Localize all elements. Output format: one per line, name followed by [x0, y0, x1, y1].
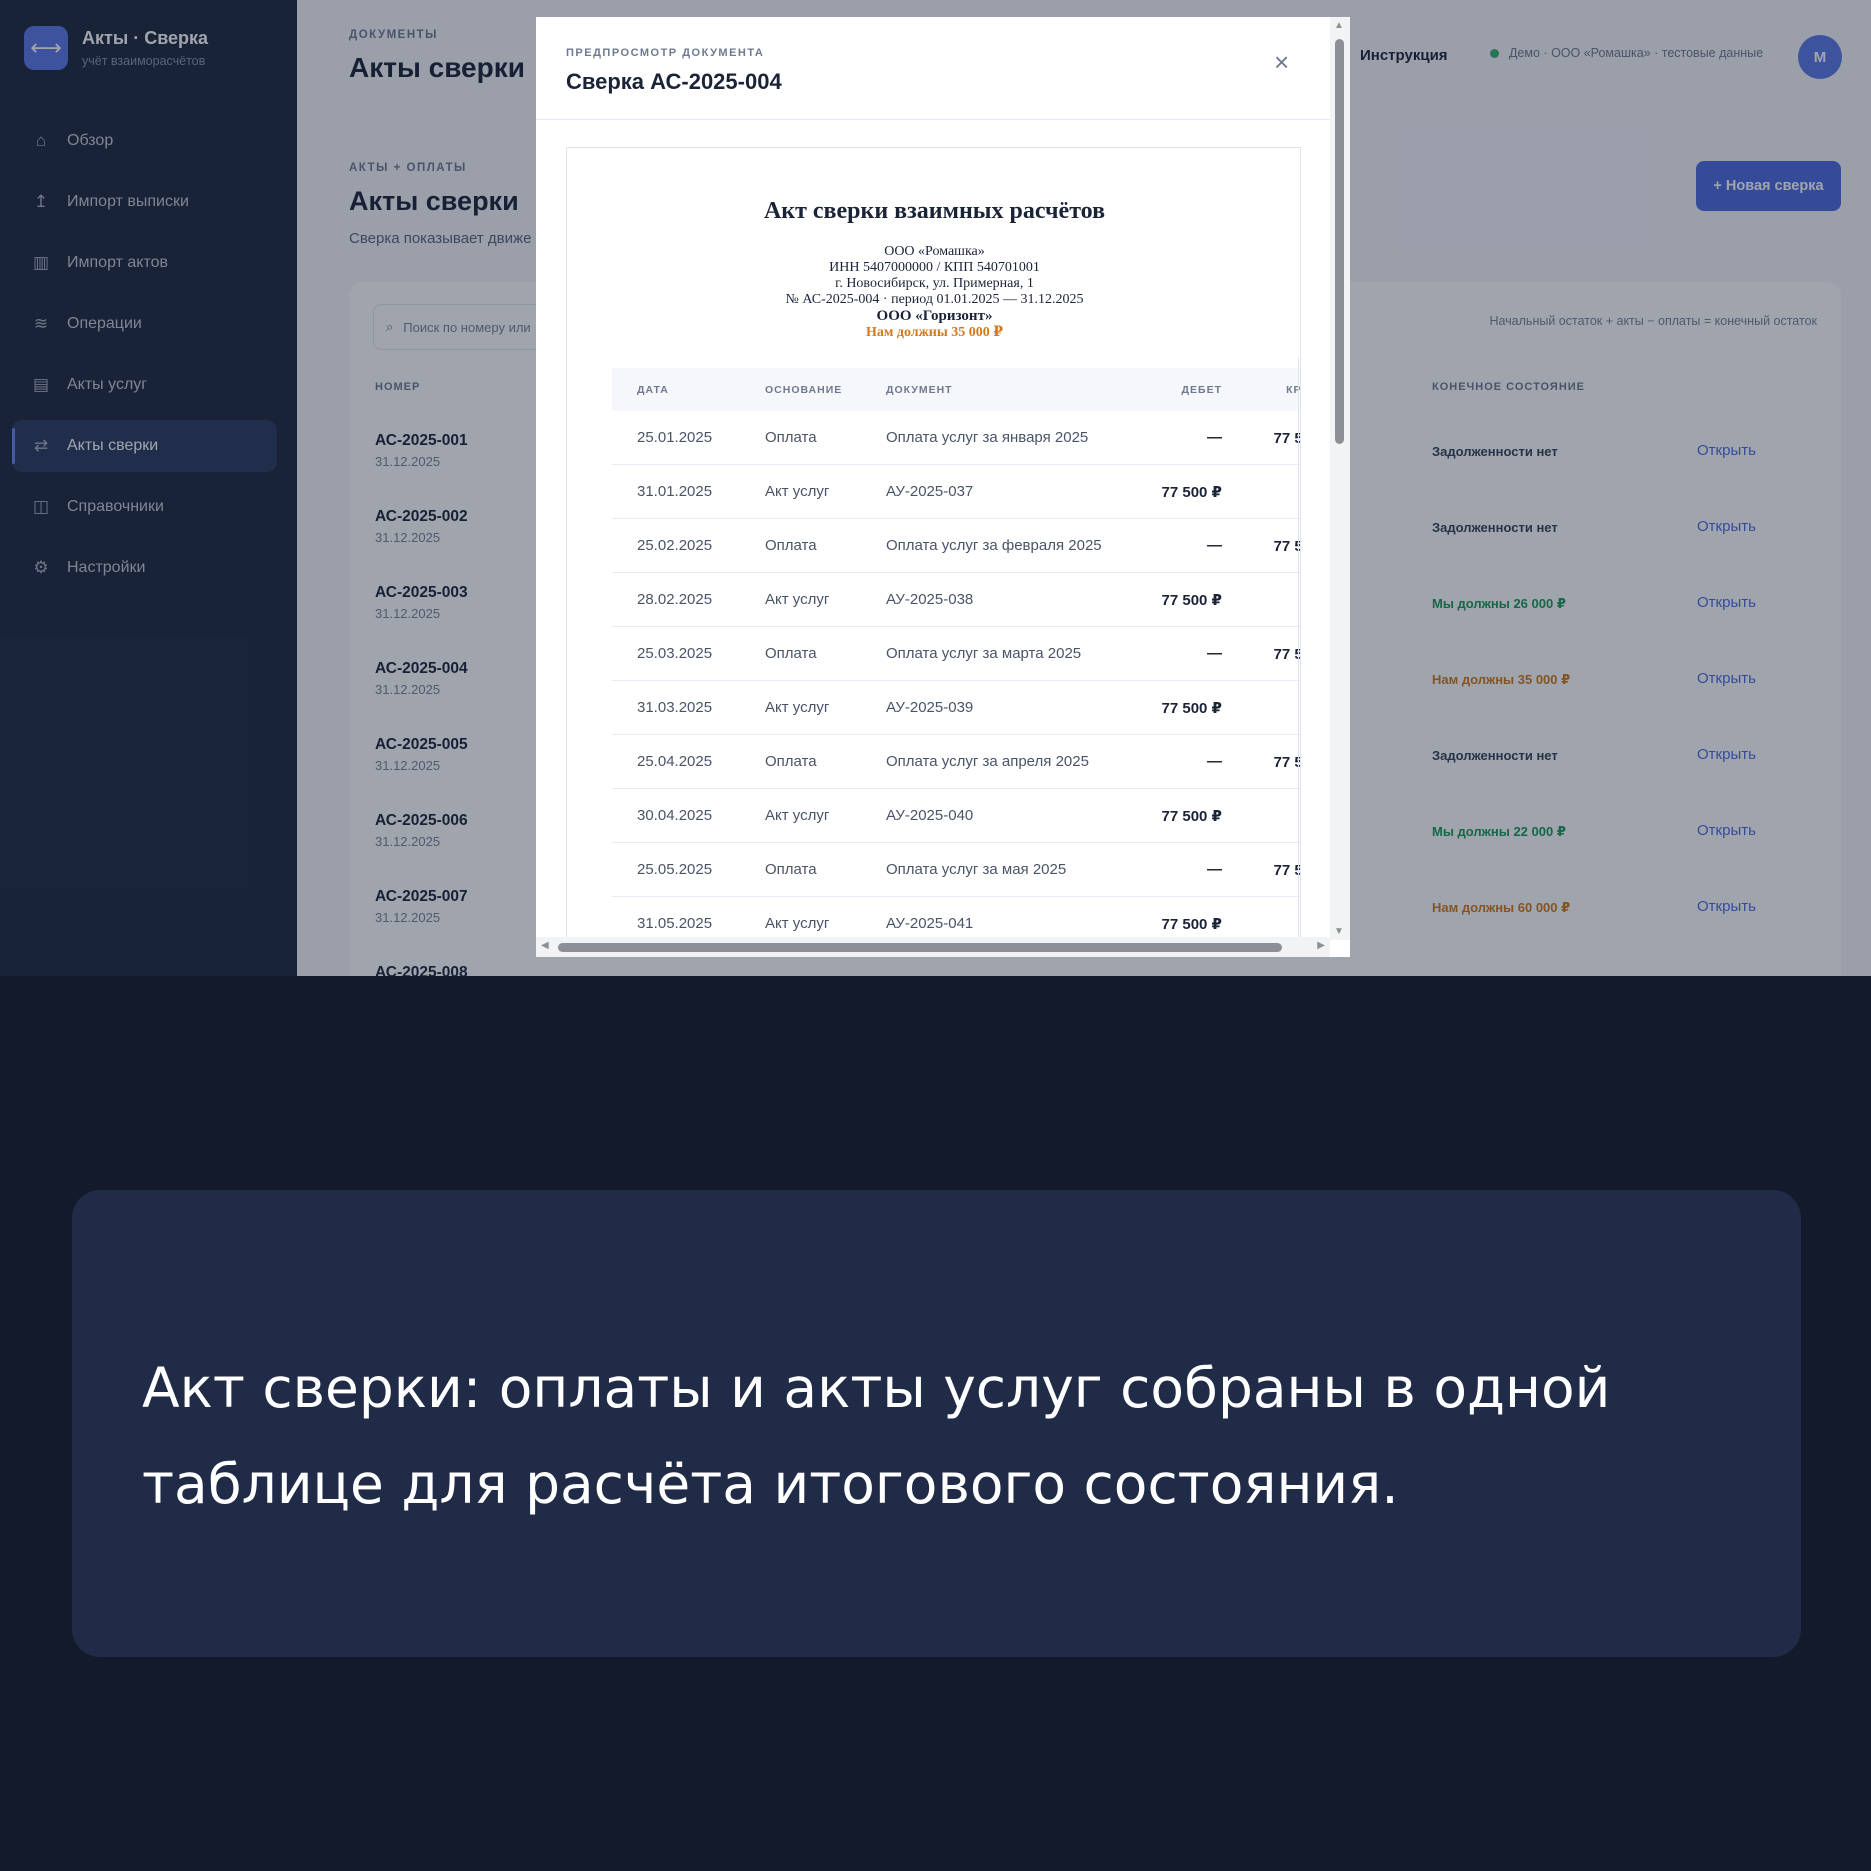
document-row: 31.03.2025Акт услугАУ-2025-03977 500 ₽—	[612, 681, 1300, 735]
document-cell-basis: Акт услуг	[765, 807, 830, 824]
document-cell-debit: 77 500 ₽	[1161, 916, 1222, 933]
document-cell-document: Оплата услуг за мая 2025	[886, 861, 1067, 878]
doc-column-date: ДАТА	[637, 384, 669, 396]
document-cell-basis: Оплата	[765, 861, 817, 878]
caption-text: Акт сверки: оплаты и акты услуг собраны …	[142, 1356, 1611, 1516]
document-period: № АС-2025-004 · период 01.01.2025 — 31.1…	[785, 292, 1084, 307]
document-cell-date: 25.01.2025	[637, 429, 713, 446]
document-cell-document: АУ-2025-038	[886, 591, 974, 608]
document-cell-date: 25.02.2025	[637, 537, 713, 554]
document-cell-debit: 77 500 ₽	[1161, 484, 1222, 501]
document-row: 25.01.2025 Оплата Оплата услуг за января 2…	[612, 411, 1300, 465]
doc-column-debit: ДЕБЕТ	[1181, 384, 1222, 396]
document-cell-document: АУ-2025-041	[886, 915, 974, 932]
document-cell-document: Оплата услуг за марта 2025	[886, 645, 1082, 662]
scroll-left-icon[interactable]: ◀	[541, 940, 549, 951]
document-cell-basis: Оплата	[765, 753, 817, 770]
document-cell-document: АУ-2025-037	[886, 483, 974, 500]
document-row: 25.02.2025 Оплата Оплата услуг за февраля …	[612, 519, 1300, 573]
document-cell-document: АУ-2025-039	[886, 699, 974, 716]
document-preview-modal: ПРЕДПРОСМОТР ДОКУМЕНТА Сверка АС-2025-00…	[536, 17, 1350, 957]
scroll-down-icon[interactable]: ▼	[1334, 926, 1344, 937]
document-cell-basis: Акт услуг	[765, 699, 830, 716]
document-address: г. Новосибирск, ул. Примерная, 1	[835, 276, 1034, 291]
document-cell-date: 31.05.2025	[637, 915, 713, 932]
document-cell-date: 25.04.2025	[637, 753, 713, 770]
document-cell-date: 25.03.2025	[637, 645, 713, 662]
document-cell-date: 28.02.2025	[637, 591, 713, 608]
document-cell-basis: Оплата	[765, 537, 817, 554]
vertical-scroll-thumb[interactable]	[1335, 39, 1344, 444]
document-cell-debit: 77 500 ₽	[1161, 808, 1222, 825]
document-company: ООО «Ромашка»	[884, 244, 985, 259]
document-cell-basis: Оплата	[765, 429, 817, 446]
document-row: 30.04.2025Акт услугАУ-2025-04077 500 ₽—	[612, 789, 1300, 843]
document-cell-basis: Акт услуг	[765, 591, 830, 608]
document-cell-credit: 77 500 ₽	[1273, 538, 1300, 555]
modal-title: Сверка АС-2025-004	[566, 69, 782, 94]
document-cell-date: 31.03.2025	[637, 699, 713, 716]
document-cell-debit: —	[1207, 429, 1222, 446]
document-cell-credit: 77 500 ₽	[1273, 754, 1300, 771]
document-cell-debit: —	[1207, 861, 1222, 878]
document-paper: Акт сверки взаимных расчётов ООО «Ромашк…	[566, 147, 1301, 957]
document-cell-debit: —	[1207, 645, 1222, 662]
doc-column-document: ДОКУМЕНТ	[886, 384, 953, 396]
vertical-scrollbar[interactable]: ▲ ▼	[1330, 17, 1350, 940]
document-row: 25.04.2025 Оплата Оплата услуг за апреля 2…	[612, 735, 1300, 789]
doc-column-basis: ОСНОВАНИЕ	[765, 384, 843, 396]
horizontal-scroll-thumb[interactable]	[558, 943, 1282, 952]
document-counterparty: ООО «Горизонт»	[876, 308, 993, 324]
scroll-up-icon[interactable]: ▲	[1334, 20, 1344, 31]
modal-breadcrumb: ПРЕДПРОСМОТР ДОКУМЕНТА	[566, 47, 765, 59]
caption-panel: Акт сверки: оплаты и акты услуг собраны …	[72, 1190, 1801, 1657]
document-cell-document: Оплата услуг за января 2025	[886, 429, 1089, 446]
modal-header: ПРЕДПРОСМОТР ДОКУМЕНТА Сверка АС-2025-00…	[536, 17, 1336, 120]
document-table-header: ДАТА ОСНОВАНИЕ ДОКУМЕНТ ДЕБЕТ КРЕДИТ	[612, 368, 1300, 411]
document-cell-date: 25.05.2025	[637, 861, 713, 878]
document-row: 31.01.2025Акт услугАУ-2025-03777 500 ₽—	[612, 465, 1300, 519]
document-balance: Нам должны 35 000 ₽	[865, 325, 1004, 340]
document-inn: ИНН 5407000000 / КПП 540701001	[829, 260, 1040, 275]
document-cell-document: Оплата услуг за февраля 2025	[886, 537, 1102, 554]
document-cell-document: Оплата услуг за апреля 2025	[886, 753, 1089, 770]
document-cell-basis: Оплата	[765, 645, 817, 662]
document-row: 25.03.2025 Оплата Оплата услуг за марта 20…	[612, 627, 1300, 681]
document-paper-edge	[1298, 357, 1299, 957]
document-cell-credit: 77 500 ₽	[1273, 646, 1300, 663]
document-cell-document: АУ-2025-040	[886, 807, 974, 824]
document-cell-debit: 77 500 ₽	[1161, 700, 1222, 717]
scroll-right-icon[interactable]: ▶	[1317, 940, 1325, 951]
document-cell-debit: 77 500 ₽	[1161, 592, 1222, 609]
close-icon[interactable]: ×	[1274, 47, 1289, 78]
document-cell-debit: —	[1207, 753, 1222, 770]
document-cell-date: 30.04.2025	[637, 807, 713, 824]
document-cell-basis: Акт услуг	[765, 483, 830, 500]
document-cell-basis: Акт услуг	[765, 915, 830, 932]
document-cell-debit: —	[1207, 537, 1222, 554]
document-cell-credit: 77 500 ₽	[1273, 430, 1300, 447]
document-row: 25.05.2025 Оплата Оплата услуг за мая 2025…	[612, 843, 1300, 897]
document-row: 28.02.2025Акт услугАУ-2025-03877 500 ₽—	[612, 573, 1300, 627]
document-cell-date: 31.01.2025	[637, 483, 713, 500]
document-cell-credit: 77 500 ₽	[1273, 862, 1300, 879]
horizontal-scrollbar[interactable]: ◀ ▶	[536, 937, 1330, 957]
app-window: ⟷ Акты · Сверка учёт взаиморасчётов ⌂ Обз…	[0, 0, 1871, 976]
document-title: Акт сверки взаимных расчётов	[763, 198, 1106, 224]
